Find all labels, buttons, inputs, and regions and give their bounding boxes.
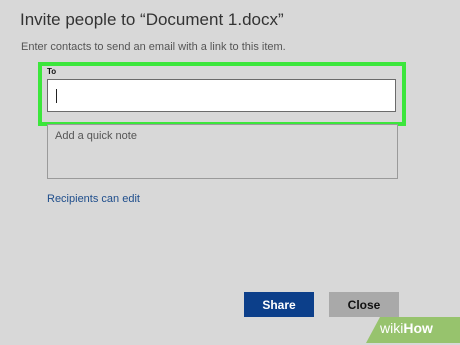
dialog-subtitle: Enter contacts to send an email with a l…: [21, 41, 286, 53]
wikihow-watermark: wikiHow: [380, 320, 433, 336]
recipients-permission-link[interactable]: Recipients can edit: [47, 193, 140, 205]
dialog-title: Invite people to “Document 1.docx”: [20, 10, 284, 29]
close-button[interactable]: Close: [329, 292, 399, 317]
quick-note-input[interactable]: [47, 124, 398, 179]
to-input[interactable]: [47, 79, 396, 112]
watermark-prefix: wiki: [380, 320, 404, 336]
watermark-suffix: How: [403, 320, 433, 336]
text-caret: [56, 89, 57, 103]
invite-dialog: Invite people to “Document 1.docx” Enter…: [0, 0, 460, 345]
share-button[interactable]: Share: [244, 292, 314, 317]
to-label: To: [47, 67, 57, 76]
